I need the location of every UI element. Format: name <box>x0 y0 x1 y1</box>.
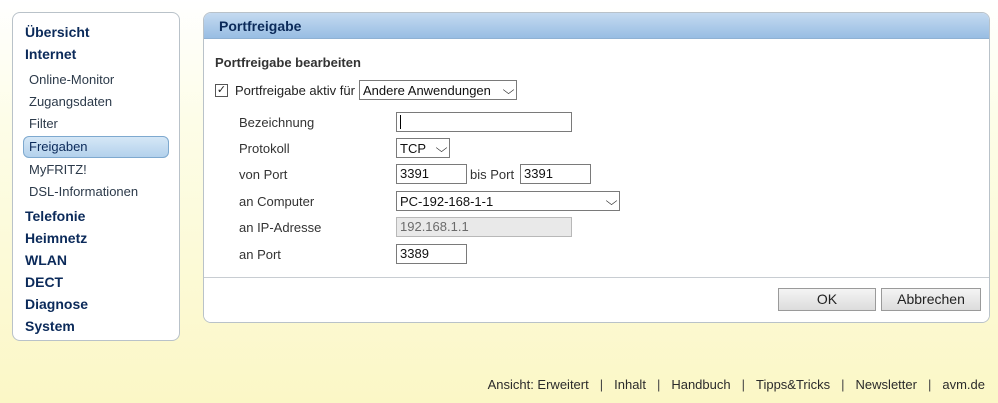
row-ports: von Port 3391 bis Port 3391 <box>204 163 989 185</box>
section-title: Portfreigabe bearbeiten <box>215 55 361 70</box>
application-select[interactable]: Andere Anwendungen ⌵ <box>358 80 517 100</box>
panel-title: Portfreigabe <box>204 13 989 39</box>
footer-separator: | <box>841 377 845 392</box>
footer-link-tipps[interactable]: Tipps&Tricks <box>756 377 830 392</box>
sidebar-item-zugangsdaten[interactable]: Zugangsdaten <box>19 91 173 113</box>
text-cursor <box>400 114 401 129</box>
footer-separator: | <box>599 377 604 392</box>
footer-separator: | <box>741 377 745 392</box>
sidebar-item-uebersicht[interactable]: Übersicht <box>19 21 173 43</box>
bezeichnung-input[interactable] <box>396 112 572 132</box>
an-computer-value: PC-192-168-1-1 <box>400 193 494 209</box>
label-an-port: an Port <box>239 246 281 262</box>
footer-link-inhalt[interactable]: Inhalt <box>614 377 646 392</box>
enable-label: Portfreigabe aktiv für <box>235 82 355 98</box>
sidebar-item-online-monitor[interactable]: Online-Monitor <box>19 69 173 91</box>
row-an-ip: an IP-Adresse 192.168.1.1 <box>204 216 989 238</box>
row-an-computer: an Computer PC-192-168-1-1 ⌵ <box>204 190 989 212</box>
label-an-ip: an IP-Adresse <box>239 219 322 235</box>
footer-links: Ansicht: Erweitert | Inhalt | Handbuch |… <box>488 377 985 392</box>
label-an-computer: an Computer <box>239 193 315 209</box>
sidebar-item-filter[interactable]: Filter <box>19 113 173 135</box>
an-ip-input: 192.168.1.1 <box>396 217 572 237</box>
label-bis-port: bis Port <box>470 166 515 182</box>
enable-checkbox[interactable]: ✓ <box>215 83 228 97</box>
sidebar-item-wlan[interactable]: WLAN <box>19 249 173 271</box>
sidebar-nav: Übersicht Internet Online-Monitor Zugang… <box>12 12 180 341</box>
checkmark-icon: ✓ <box>216 83 227 96</box>
chevron-down-icon: ⌵ <box>605 193 618 208</box>
footer-link-ansicht[interactable]: Ansicht: Erweitert <box>488 377 589 392</box>
bis-port-input[interactable]: 3391 <box>520 164 591 184</box>
ok-button[interactable]: OK <box>778 288 876 311</box>
chevron-down-icon: ⌵ <box>502 82 515 97</box>
sidebar-item-myfritz[interactable]: MyFRITZ! <box>19 159 173 181</box>
sidebar-item-diagnose[interactable]: Diagnose <box>19 293 173 315</box>
enable-row: ✓ Portfreigabe aktiv für Andere Anwendun… <box>215 80 517 100</box>
an-computer-select[interactable]: PC-192-168-1-1 ⌵ <box>396 191 620 211</box>
protokoll-select[interactable]: TCP ⌵ <box>396 138 450 158</box>
footer-link-handbuch[interactable]: Handbuch <box>671 377 730 392</box>
button-bar: OK Abbrechen <box>204 277 989 322</box>
cancel-button[interactable]: Abbrechen <box>881 288 981 311</box>
sidebar-item-telefonie[interactable]: Telefonie <box>19 205 173 227</box>
footer-separator: | <box>927 377 932 392</box>
label-von-port: von Port <box>239 166 288 182</box>
protokoll-value: TCP <box>400 140 426 156</box>
label-bezeichnung: Bezeichnung <box>239 114 315 130</box>
sidebar-item-system[interactable]: System <box>19 315 173 337</box>
row-protokoll: Protokoll TCP ⌵ <box>204 137 989 159</box>
sidebar-item-heimnetz[interactable]: Heimnetz <box>19 227 173 249</box>
application-select-value: Andere Anwendungen <box>362 82 491 98</box>
footer-link-newsletter[interactable]: Newsletter <box>856 377 917 392</box>
row-bezeichnung: Bezeichnung <box>204 111 989 133</box>
row-an-port: an Port 3389 <box>204 243 989 265</box>
von-port-input[interactable]: 3391 <box>396 164 467 184</box>
sidebar-item-internet[interactable]: Internet <box>19 43 173 65</box>
footer-link-avm[interactable]: avm.de <box>942 377 985 392</box>
sidebar-item-freigaben[interactable]: Freigaben <box>23 136 169 158</box>
sidebar-item-dsl-informationen[interactable]: DSL-Informationen <box>19 181 173 203</box>
footer-separator: | <box>656 377 661 392</box>
label-protokoll: Protokoll <box>239 140 290 156</box>
portfreigabe-panel: Portfreigabe Portfreigabe bearbeiten ✓ P… <box>203 12 990 323</box>
chevron-down-icon: ⌵ <box>435 140 448 155</box>
an-port-input[interactable]: 3389 <box>396 244 467 264</box>
sidebar-item-dect[interactable]: DECT <box>19 271 173 293</box>
